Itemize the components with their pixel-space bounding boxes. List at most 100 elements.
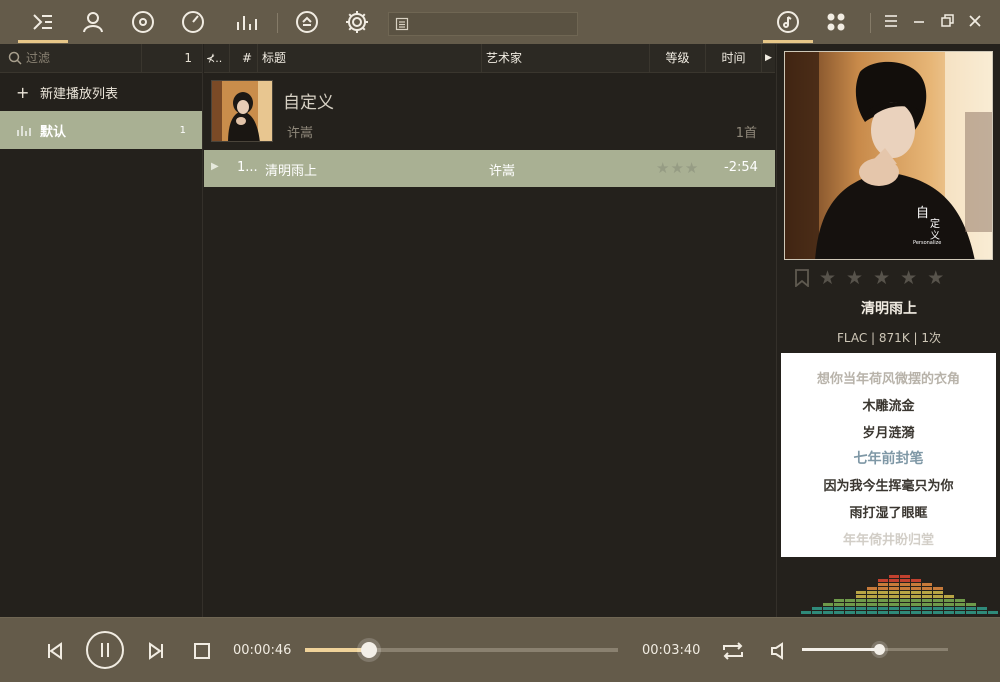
progress-handle[interactable]	[361, 642, 378, 658]
search-input[interactable]	[388, 12, 578, 36]
tab-artist[interactable]	[68, 0, 118, 44]
spectrum-segment	[867, 607, 877, 610]
now-playing-rating[interactable]: ★ ★ ★ ★ ★	[795, 267, 944, 289]
spectrum-segment	[878, 579, 888, 582]
tab-album[interactable]	[118, 0, 168, 44]
lyric-line: 因为我今生挥毫只为你	[823, 479, 954, 494]
column-rating[interactable]: 等级	[650, 44, 706, 73]
spectrum-segment	[845, 611, 855, 614]
spectrum-segment	[889, 599, 899, 602]
album-group-header[interactable]: 自定义 许嵩 1首	[204, 73, 775, 150]
pause-icon	[101, 643, 109, 657]
grid-dots-icon	[827, 13, 845, 31]
pause-button[interactable]	[86, 631, 124, 669]
spectrum-segment	[900, 599, 910, 602]
lyrics-panel[interactable]: 想你当年荷风微摆的衣角 木雕流金 岁月涟漪 七年前封笔 因为我今生挥毫只为你 雨…	[781, 353, 996, 557]
spectrum-segment	[944, 611, 954, 614]
star-icon[interactable]: ★	[927, 267, 944, 289]
spectrum-segment	[977, 607, 987, 610]
spectrum-segment	[889, 611, 899, 614]
volume-button[interactable]	[765, 636, 793, 666]
now-playing-panel: 自 定 义 Personalize ★ ★ ★ ★ ★ 清明雨上 FLAC | …	[776, 44, 1000, 617]
spectrum-segment	[812, 611, 822, 614]
close-button[interactable]	[962, 8, 988, 36]
column-artist[interactable]: 艺术家	[482, 44, 650, 73]
spectrum-segment	[834, 611, 844, 614]
spectrum-segment	[856, 599, 866, 602]
tab-now-playing[interactable]	[763, 0, 813, 44]
spectrum-segment	[944, 599, 954, 602]
star-icon[interactable]: ★	[873, 267, 890, 289]
table-row[interactable]: ▶ 1... 清明雨上 许嵩 ★★★ -2:54	[204, 150, 775, 187]
spectrum-segment	[911, 607, 921, 610]
spectrum-segment	[966, 607, 976, 610]
spectrum-segment	[966, 611, 976, 614]
eject-icon	[296, 11, 318, 33]
progress-bar[interactable]	[305, 642, 618, 658]
new-playlist-button[interactable]: + 新建播放列表	[0, 73, 202, 111]
playlist-sidebar: 1 + 新建播放列表 默认 1	[0, 44, 203, 617]
skip-previous-icon	[48, 642, 62, 660]
tab-playlist[interactable]	[18, 0, 68, 44]
stop-button[interactable]	[187, 636, 217, 666]
restore-icon	[940, 14, 954, 27]
lyric-line: 木雕流金	[862, 399, 915, 414]
tab-equalizer[interactable]	[222, 0, 272, 44]
spectrum-segment	[889, 587, 899, 590]
album-title: 自定义	[283, 93, 334, 113]
toolbar-divider	[870, 13, 871, 33]
star-icon[interactable]: ★	[846, 267, 863, 289]
spectrum-segment	[900, 579, 910, 582]
spectrum-segment	[834, 599, 844, 602]
playlist-name: 默认	[40, 124, 67, 140]
bookmark-icon[interactable]	[795, 269, 809, 287]
previous-button[interactable]	[40, 636, 70, 666]
music-note-icon	[777, 11, 799, 33]
track-rating-stars[interactable]: ★★★	[656, 159, 699, 177]
column-number[interactable]: #	[230, 44, 258, 73]
tab-gauge[interactable]	[168, 0, 218, 44]
play-indicator-icon: ▶	[211, 161, 219, 172]
repeat-button[interactable]	[718, 636, 748, 666]
playlist-item-default[interactable]: 默认 1	[0, 111, 202, 149]
spectrum-segment	[900, 587, 910, 590]
tab-visual[interactable]	[811, 0, 861, 44]
spectrum-segment	[845, 599, 855, 602]
spectrum-segment	[878, 607, 888, 610]
spectrum-segment	[900, 591, 910, 594]
column-scroll-right[interactable]: ▶	[762, 44, 775, 73]
spectrum-segment	[933, 607, 943, 610]
menu-button[interactable]	[878, 8, 904, 36]
filter-input[interactable]	[26, 51, 126, 65]
minimize-button[interactable]	[906, 8, 932, 36]
restore-button[interactable]	[934, 8, 960, 36]
star-icon[interactable]: ★	[819, 267, 836, 289]
spectrum-segment	[911, 587, 921, 590]
album-cover: 自 定 义 Personalize	[784, 51, 993, 260]
column-status[interactable]: ⊀..	[204, 44, 230, 73]
tab-settings[interactable]	[332, 0, 382, 44]
spectrum-segment	[944, 595, 954, 598]
column-title[interactable]: 标题	[258, 44, 482, 73]
spectrum-segment	[889, 579, 899, 582]
volume-handle[interactable]	[874, 644, 886, 655]
spectrum-segment	[933, 599, 943, 602]
column-time[interactable]: 时间	[706, 44, 762, 73]
spectrum-segment	[911, 611, 921, 614]
minimize-icon	[914, 21, 924, 23]
total-time: 00:03:40	[642, 643, 701, 658]
lyric-line-current: 七年前封笔	[853, 451, 924, 467]
tab-eject[interactable]	[282, 0, 332, 44]
volume-slider[interactable]	[802, 644, 948, 655]
track-title: 清明雨上	[265, 164, 318, 179]
spectrum-segment	[944, 607, 954, 610]
spectrum-segment	[922, 595, 932, 598]
spectrum-segment	[834, 607, 844, 610]
spectrum-segment	[900, 607, 910, 610]
spectrum-segment	[944, 603, 954, 606]
next-button[interactable]	[141, 636, 171, 666]
star-icon[interactable]: ★	[900, 267, 917, 289]
spectrum-segment	[845, 607, 855, 610]
spectrum-segment	[922, 607, 932, 610]
spectrum-segment	[867, 599, 877, 602]
